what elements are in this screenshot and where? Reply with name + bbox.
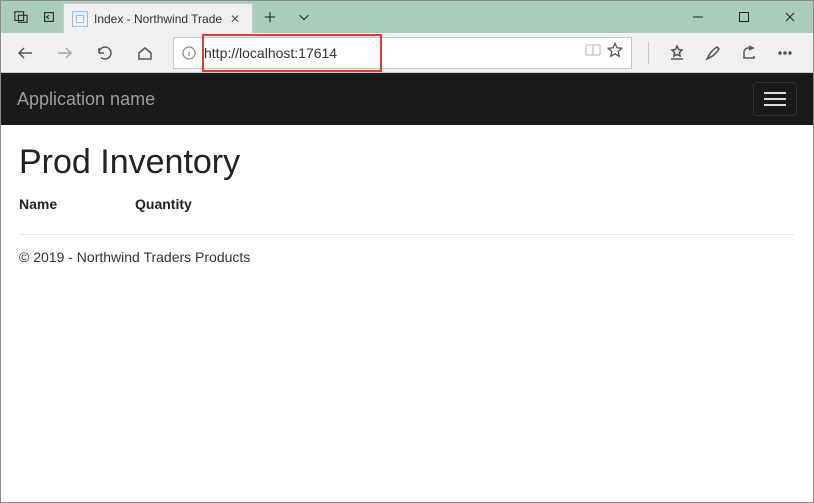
favorite-star-icon[interactable] <box>607 42 623 63</box>
page-footer: © 2019 - Northwind Traders Products <box>1 235 813 279</box>
page-content: Prod Inventory Name Quantity <box>1 125 813 234</box>
tab-actions <box>253 1 321 33</box>
column-name: Name <box>19 196 77 212</box>
tab-actions-icon[interactable] <box>7 1 35 33</box>
set-aside-tabs-icon[interactable] <box>35 1 63 33</box>
address-url[interactable]: http://localhost:17614 <box>200 45 585 61</box>
titlebar-drag-region <box>321 1 675 33</box>
share-icon[interactable] <box>731 35 767 71</box>
browser-tab[interactable]: Index - Northwind Trade ✕ <box>63 3 253 33</box>
notes-icon[interactable] <box>695 35 731 71</box>
site-info-icon[interactable] <box>178 42 200 64</box>
browser-toolbar: http://localhost:17614 <box>1 33 813 73</box>
window-maximize-button[interactable] <box>721 1 767 33</box>
back-button[interactable] <box>7 35 43 71</box>
home-button[interactable] <box>127 35 163 71</box>
toolbar-right-icons <box>659 35 807 71</box>
brand-link[interactable]: Application name <box>17 89 155 110</box>
window-minimize-button[interactable] <box>675 1 721 33</box>
browser-window: Index - Northwind Trade ✕ <box>0 0 814 503</box>
refresh-button[interactable] <box>87 35 123 71</box>
favorites-list-icon[interactable] <box>659 35 695 71</box>
table-header-row: Name Quantity <box>19 196 795 226</box>
tab-title: Index - Northwind Trade <box>94 12 226 26</box>
new-tab-button[interactable] <box>253 1 287 33</box>
column-quantity: Quantity <box>135 196 192 212</box>
page-heading: Prod Inventory <box>19 143 795 182</box>
more-menu-icon[interactable] <box>767 35 803 71</box>
window-close-button[interactable] <box>767 1 813 33</box>
tab-menu-button[interactable] <box>287 1 321 33</box>
titlebar: Index - Northwind Trade ✕ <box>1 1 813 33</box>
toolbar-divider <box>648 42 649 64</box>
address-bar[interactable]: http://localhost:17614 <box>173 37 632 69</box>
app-navbar: Application name <box>1 73 813 125</box>
reading-view-icon[interactable] <box>585 42 601 63</box>
titlebar-left: Index - Northwind Trade ✕ <box>1 1 321 33</box>
address-bar-actions <box>585 42 627 63</box>
tab-favicon <box>72 11 88 27</box>
tab-close-icon[interactable]: ✕ <box>226 12 244 26</box>
page-viewport: Application name Prod Inventory Name Qua… <box>1 73 813 502</box>
forward-button[interactable] <box>47 35 83 71</box>
navbar-toggle-button[interactable] <box>753 82 797 116</box>
